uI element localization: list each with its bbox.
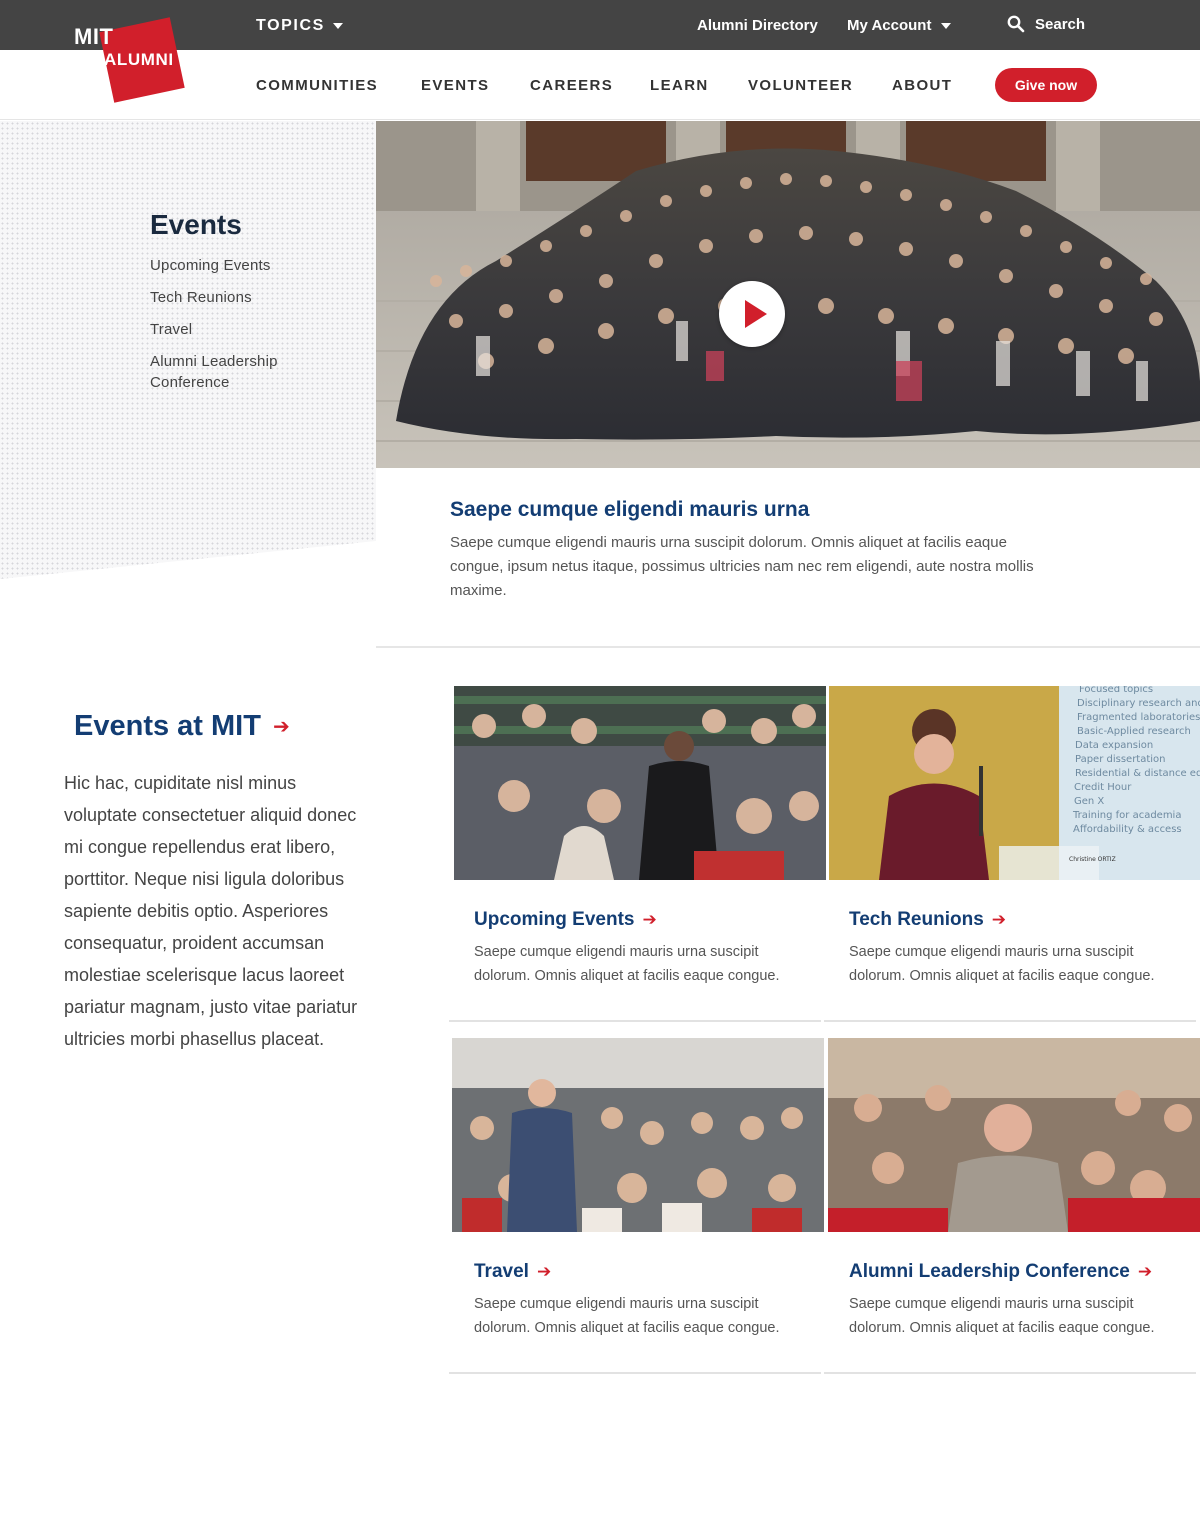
slide-line: Affordability & access	[1073, 824, 1182, 835]
card-image-upcoming-events[interactable]	[454, 686, 826, 880]
sidebar-item-upcoming-events[interactable]: Upcoming Events	[150, 255, 271, 276]
events-at-mit-heading[interactable]: Events at MIT ➔	[74, 710, 290, 743]
nav-about[interactable]: ABOUT	[892, 77, 952, 94]
card-image-travel[interactable]	[452, 1038, 824, 1232]
arrow-right-icon: ➔	[272, 716, 290, 738]
topics-label: TOPICS	[256, 17, 325, 34]
card-divider	[449, 1372, 821, 1374]
logo-mit-text: MIT	[74, 24, 114, 49]
divider	[376, 646, 1200, 648]
arrow-right-icon: ➔	[642, 910, 657, 929]
my-account-menu[interactable]: My Account	[847, 17, 952, 34]
card-title-text: Alumni Leadership Conference	[849, 1261, 1130, 1282]
play-video-button[interactable]	[719, 281, 785, 347]
search-icon	[1007, 15, 1025, 33]
slide-line: Fragmented laboratories	[1077, 712, 1200, 723]
card-image-alumni-leadership-conference[interactable]	[828, 1038, 1200, 1232]
play-icon	[745, 300, 767, 328]
slide-line: Focused topics	[1079, 686, 1153, 695]
nav-communities[interactable]: COMMUNITIES	[256, 77, 378, 94]
sidebar-item-travel[interactable]: Travel	[150, 319, 192, 340]
nav-learn[interactable]: LEARN	[650, 77, 709, 94]
card-description: Saepe cumque eligendi mauris urna suscip…	[474, 944, 780, 984]
card-divider	[824, 1020, 1196, 1022]
events-at-mit-body: Hic hac, cupiditate nisl minus voluptate…	[64, 773, 358, 1049]
slide-line: Basic-Applied research	[1077, 726, 1191, 737]
slide-line: Credit Hour	[1074, 782, 1132, 793]
slide-line: Disciplinary research and skills	[1077, 698, 1200, 709]
my-account-label: My Account	[847, 17, 932, 34]
feature-title[interactable]: Saepe cumque eligendi mauris urna	[450, 498, 809, 522]
hero-video-image[interactable]	[376, 121, 1200, 468]
card-image-tech-reunions[interactable]: Focused topics Disciplinary research and…	[829, 686, 1200, 880]
alumni-directory-label: Alumni Directory	[697, 17, 818, 34]
slide-line: Training for academia	[1072, 810, 1181, 821]
arrow-right-icon: ➔	[991, 910, 1007, 929]
card-title-text: Travel	[474, 1261, 529, 1282]
card-title-travel[interactable]: Travel ➔	[474, 1261, 551, 1283]
card-title-alumni-leadership-conference[interactable]: Alumni Leadership Conference ➔	[849, 1261, 1152, 1283]
card-divider	[449, 1020, 821, 1022]
card-title-upcoming-events[interactable]: Upcoming Events ➔	[474, 909, 657, 931]
card-description: Saepe cumque eligendi mauris urna suscip…	[849, 944, 1155, 984]
search-button[interactable]: Search	[1007, 15, 1085, 33]
card-divider	[824, 1372, 1196, 1374]
sidebar-item-alumni-leadership-conference[interactable]: Alumni Leadership Conference	[150, 351, 310, 393]
slide-line: Data expansion	[1075, 740, 1153, 751]
nav-volunteer[interactable]: VOLUNTEER	[748, 77, 853, 94]
nav-careers[interactable]: CAREERS	[530, 77, 613, 94]
podium-sign: Christine ORTIZ	[1069, 856, 1116, 863]
give-now-button[interactable]: Give now	[995, 68, 1097, 102]
topics-menu[interactable]: TOPICS	[256, 17, 343, 35]
nav-events[interactable]: EVENTS	[421, 77, 489, 94]
card-description: Saepe cumque eligendi mauris urna suscip…	[849, 1296, 1155, 1336]
card-title-tech-reunions[interactable]: Tech Reunions ➔	[849, 909, 1006, 931]
slide-line: Gen X	[1074, 796, 1104, 807]
card-description: Saepe cumque eligendi mauris urna suscip…	[474, 1296, 780, 1336]
slide-line: Residential & distance education	[1075, 768, 1200, 779]
arrow-right-icon: ➔	[1137, 1262, 1153, 1281]
events-at-mit-title: Events at MIT	[74, 710, 261, 742]
search-label: Search	[1035, 15, 1086, 33]
alumni-directory-link[interactable]: Alumni Directory	[697, 17, 818, 34]
slide-line: Paper dissertation	[1075, 754, 1166, 765]
caret-down-icon	[941, 22, 952, 29]
card-title-text: Upcoming Events	[474, 909, 635, 930]
card-title-text: Tech Reunions	[849, 909, 984, 930]
logo-alumni-text: ALUMNI	[104, 50, 174, 69]
feature-description: Saepe cumque eligendi mauris urna suscip…	[450, 534, 1034, 599]
sidebar-title: Events	[150, 209, 242, 240]
arrow-right-icon: ➔	[536, 1262, 552, 1281]
sidebar-item-tech-reunions[interactable]: Tech Reunions	[150, 287, 252, 308]
mit-alumni-logo[interactable]: MIT ALUMNI	[74, 17, 189, 104]
caret-down-icon	[332, 23, 343, 29]
